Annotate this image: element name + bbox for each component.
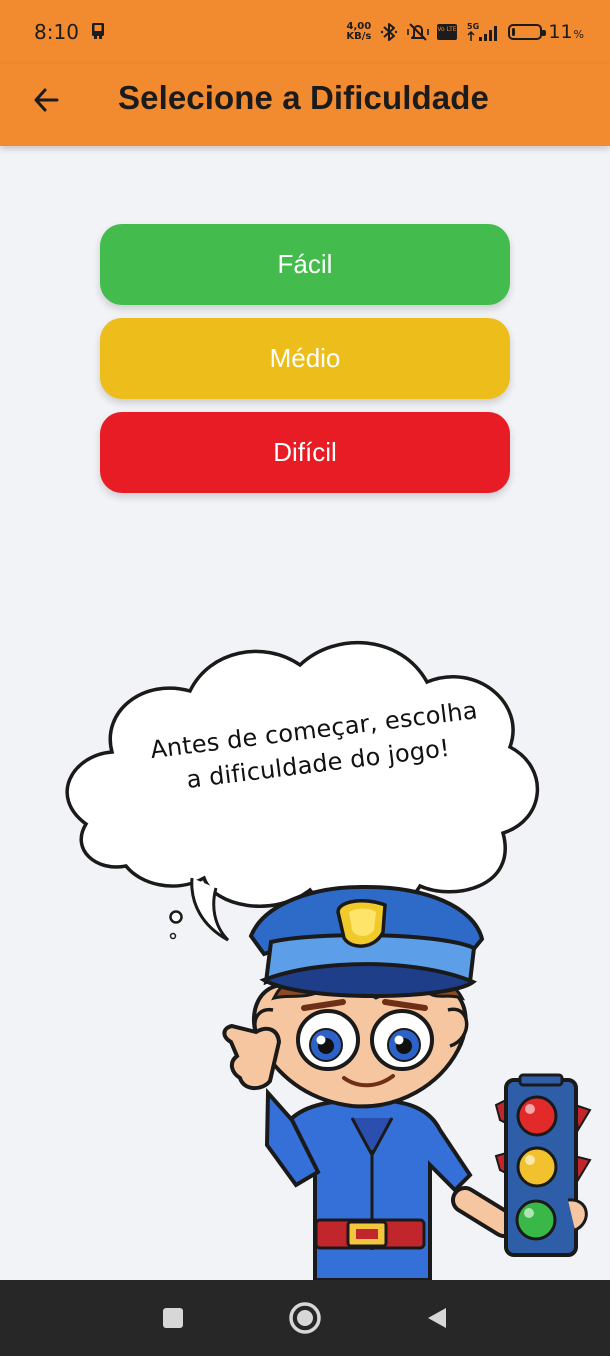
volte-icon: Vo LTE xyxy=(437,24,458,40)
status-bar: 8:10 4,00 KB/s Vo LTE 5G 11% xyxy=(0,0,610,64)
status-time: 8:10 xyxy=(34,20,79,44)
bluetooth-icon xyxy=(381,23,398,41)
easy-difficulty-button[interactable]: Fácil xyxy=(100,224,510,305)
status-icons: 4,00 KB/s Vo LTE 5G 11% xyxy=(346,18,584,46)
medium-difficulty-button[interactable]: Médio xyxy=(100,318,510,399)
battery-icon xyxy=(508,24,547,40)
network-speed: 4,00 KB/s xyxy=(346,22,371,42)
traffic-light-icon xyxy=(494,1073,592,1257)
muted-vibrate-icon xyxy=(407,23,430,41)
mascot-illustration: Antes de começar, escolha a dificuldade … xyxy=(0,600,610,1280)
system-back-button[interactable] xyxy=(416,1298,456,1338)
home-button[interactable] xyxy=(285,1298,325,1338)
volte-text: Vo LTE xyxy=(438,26,457,33)
signal-icon: 5G xyxy=(467,22,498,41)
battery-percent: 11% xyxy=(548,21,584,43)
app-bar: Selecione a Dificuldade xyxy=(0,64,610,146)
recents-square-icon xyxy=(163,1308,183,1328)
police-mascot-illustration xyxy=(65,640,592,1280)
battery-percent-value: 11 xyxy=(548,21,573,43)
recents-button[interactable] xyxy=(153,1298,193,1338)
police-officer-icon xyxy=(222,884,518,1280)
system-navigation-bar xyxy=(0,1280,610,1356)
home-circle-icon xyxy=(289,1302,321,1334)
battery-status: 11% xyxy=(508,21,584,43)
back-button[interactable] xyxy=(26,80,66,120)
page-title: Selecione a Dificuldade xyxy=(118,79,489,116)
hard-difficulty-button[interactable]: Difícil xyxy=(100,412,510,493)
arrow-left-icon xyxy=(34,88,59,112)
network-speed-unit: KB/s xyxy=(346,31,372,42)
device-notification-icon xyxy=(92,23,104,39)
back-triangle-icon xyxy=(428,1308,446,1328)
battery-percent-unit: % xyxy=(573,28,584,41)
network-type: 5G xyxy=(467,22,479,31)
battery-level xyxy=(512,28,516,36)
